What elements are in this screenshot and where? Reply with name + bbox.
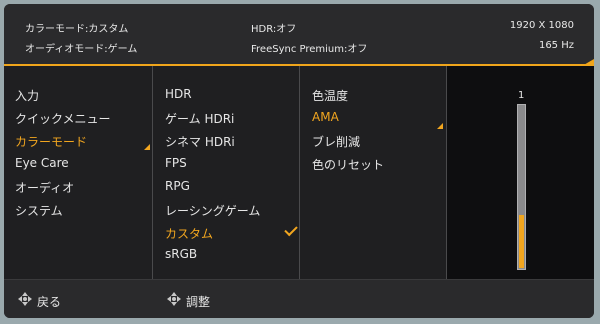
mode-racing-game[interactable]: レーシングゲーム xyxy=(165,202,260,219)
setting-color-temperature[interactable]: 色温度 xyxy=(312,87,348,104)
back-hint[interactable]: 戻る xyxy=(37,293,61,310)
mode-cinema-hdri[interactable]: シネマ HDRi xyxy=(165,133,235,150)
color-mode-column: HDR ゲーム HDRi シネマ HDRi FPS RPG レーシングゲーム カ… xyxy=(153,66,300,279)
osd-panel: カラーモード:カスタム オーディオモード:ゲーム HDR:オフ FreeSync… xyxy=(4,4,594,318)
menu-item-system[interactable]: システム xyxy=(15,202,63,219)
menu-area: 入力 クイックメニュー カラーモード Eye Care オーディオ システム H… xyxy=(4,66,594,279)
hint-bar: 戻る 調整 xyxy=(4,279,594,318)
menu-item-color-mode[interactable]: カラーモード xyxy=(15,133,87,150)
menu-item-input[interactable]: 入力 xyxy=(15,87,39,104)
mode-hdr[interactable]: HDR xyxy=(165,87,192,101)
menu-item-audio[interactable]: オーディオ xyxy=(15,179,74,196)
mode-game-hdri[interactable]: ゲーム HDRi xyxy=(165,110,234,127)
freesync-status: FreeSync Premium:オフ xyxy=(251,44,368,55)
value-column: 1 xyxy=(447,66,594,279)
hdr-status: HDR:オフ xyxy=(251,24,297,35)
mode-srgb[interactable]: sRGB xyxy=(165,247,197,261)
mode-custom[interactable]: カスタム xyxy=(165,225,213,242)
slider-value: 1 xyxy=(518,90,525,101)
mode-fps[interactable]: FPS xyxy=(165,156,187,170)
adjust-hint[interactable]: 調整 xyxy=(186,293,210,310)
menu-item-eye-care[interactable]: Eye Care xyxy=(15,156,69,170)
chevron-icon xyxy=(144,144,150,150)
mode-rpg[interactable]: RPG xyxy=(165,179,190,193)
slider-fill xyxy=(519,215,524,268)
color-mode-status: カラーモード:カスタム xyxy=(25,24,129,35)
corner-tab xyxy=(582,59,594,66)
setting-ama[interactable]: AMA xyxy=(312,110,339,124)
main-menu-column: 入力 クイックメニュー カラーモード Eye Care オーディオ システム xyxy=(4,66,153,279)
checkmark-icon xyxy=(284,222,298,237)
menu-item-quick-menu[interactable]: クイックメニュー xyxy=(15,110,111,127)
setting-color-reset[interactable]: 色のリセット xyxy=(312,156,384,173)
resolution-status: 1920 X 1080 xyxy=(509,20,574,31)
refresh-rate-status: 165 Hz xyxy=(538,40,574,51)
ama-slider[interactable] xyxy=(517,104,526,270)
custom-settings-column: 色温度 AMA ブレ削減 色のリセット xyxy=(300,66,447,279)
chevron-icon xyxy=(437,123,443,129)
status-bar: カラーモード:カスタム オーディオモード:ゲーム HDR:オフ FreeSync… xyxy=(4,4,594,65)
dpad-icon xyxy=(18,292,32,306)
audio-mode-status: オーディオモード:ゲーム xyxy=(25,44,138,55)
setting-blur-reduction[interactable]: ブレ削減 xyxy=(312,133,360,150)
dpad-icon xyxy=(167,292,181,306)
